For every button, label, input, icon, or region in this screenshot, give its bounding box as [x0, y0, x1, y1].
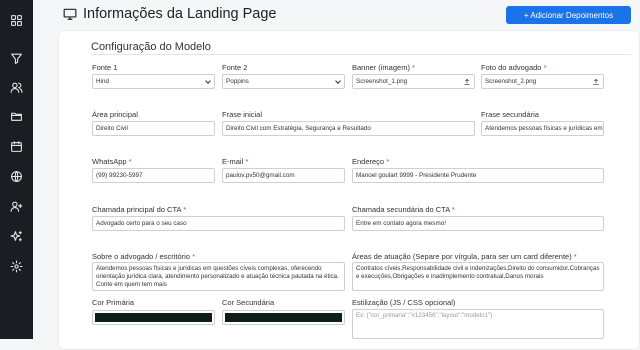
font1-label: Fonte 1	[92, 63, 118, 72]
about-label: Sobre o advogado / escritório *	[92, 252, 195, 261]
upload-icon	[463, 78, 471, 86]
secondary-color-input[interactable]	[222, 310, 345, 325]
secondary-color-swatch	[225, 313, 342, 322]
font1-select[interactable]: Hind	[92, 74, 215, 89]
whatsapp-label: WhatsApp *	[92, 157, 132, 166]
globe-icon[interactable]	[8, 168, 24, 184]
cta-main-label: Chamada principal do CTA *	[92, 205, 187, 214]
styling-label: Estilização (JS / CSS opcional)	[352, 298, 456, 307]
banner-file-input[interactable]: Screenshot_1.png	[352, 74, 475, 89]
address-label: Endereço *	[352, 157, 390, 166]
primary-color-input[interactable]	[92, 310, 215, 325]
practice-areas-label: Áreas de atuação (Separe por vírgula, pa…	[352, 252, 577, 261]
filter-icon[interactable]	[8, 50, 24, 66]
font2-select[interactable]: Poppins	[222, 74, 345, 89]
sparkles-icon[interactable]	[8, 228, 24, 244]
cta-secondary-input[interactable]: Entre em contato agora mesmo!	[352, 216, 604, 231]
secondary-color-label: Cor Secundária	[222, 298, 275, 307]
grid-icon[interactable]	[8, 12, 24, 28]
primary-color-swatch	[95, 313, 212, 322]
main-area-input[interactable]: Direito Civil	[92, 121, 215, 136]
folder-icon[interactable]	[8, 108, 24, 124]
about-textarea[interactable]: Atendemos pessoas físicas e jurídicas em…	[92, 262, 345, 291]
secondary-phrase-label: Frase secundária	[481, 110, 539, 119]
page-title-text: Informações da Landing Page	[83, 6, 277, 22]
settings-icon[interactable]	[8, 258, 24, 274]
photo-label: Foto do advogado *	[481, 63, 547, 72]
whatsapp-input[interactable]: (99) 99230-5997	[92, 168, 215, 183]
cta-secondary-label: Chamada secundária do CTA *	[352, 205, 455, 214]
add-testimonial-button[interactable]: + Adicionar Depoimentos	[506, 6, 631, 24]
font2-label: Fonte 2	[222, 63, 248, 72]
monitor-icon	[63, 8, 77, 20]
cta-main-input[interactable]: Advogado certo para o seu caso	[92, 216, 345, 231]
initial-phrase-label: Frase inicial	[222, 110, 263, 119]
email-label: E-mail *	[222, 157, 249, 166]
banner-label: Banner (imagem) *	[352, 63, 415, 72]
page-title: Informações da Landing Page	[63, 6, 276, 22]
users-icon[interactable]	[8, 79, 24, 95]
sidebar	[0, 0, 33, 339]
banner-file-name: Screenshot_1.png	[356, 78, 408, 85]
main-area-label: Área principal	[92, 110, 138, 119]
photo-file-name: Screenshot_2.png	[485, 78, 537, 85]
secondary-phrase-input[interactable]: Atendemos pessoas físicas e jurídicas em	[481, 121, 604, 136]
styling-textarea[interactable]: Ex: {"cor_primaria":"#123456","layout":"…	[352, 309, 604, 339]
calendar-icon[interactable]	[8, 138, 24, 154]
section-divider	[91, 54, 630, 55]
address-input[interactable]: Manoel goulart 9999 - Presidente Prudent…	[352, 168, 604, 183]
practice-areas-textarea[interactable]: Contratos cíveis,Responsabilidade civil …	[352, 262, 604, 291]
photo-file-input[interactable]: Screenshot_2.png	[481, 74, 604, 89]
initial-phrase-input[interactable]: Direito Civil com Estratégia, Segurança …	[222, 121, 475, 136]
section-title: Configuração do Modelo	[91, 41, 211, 53]
email-input[interactable]: paulov.pv50@gmail.com	[222, 168, 345, 183]
user-plus-icon[interactable]	[8, 198, 24, 214]
upload-icon	[592, 78, 600, 86]
primary-color-label: Cor Primária	[92, 298, 135, 307]
